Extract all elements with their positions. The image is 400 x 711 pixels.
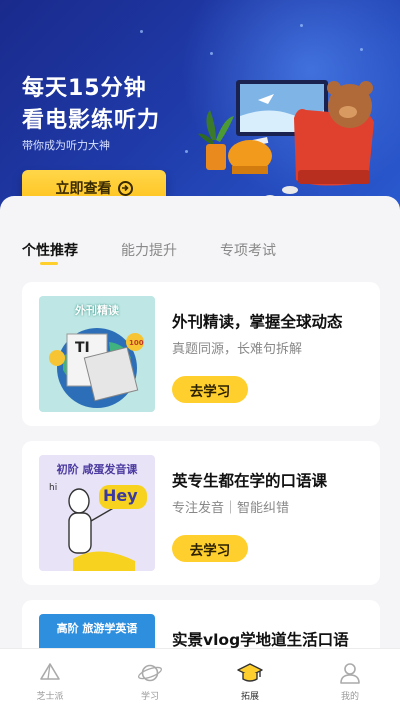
nav-label: 拓展 [240,692,259,702]
user-icon [340,663,360,684]
course-title: 英专生都在学的口语课 [172,472,328,490]
nav-label: 芝士派 [36,692,64,702]
star-dot [300,24,303,27]
nav-label: 我的 [340,692,359,702]
nav-item-cheese[interactable]: 芝士派 [0,649,100,711]
tab-ability-improve[interactable]: 能力提升 [121,240,177,260]
promo-banner[interactable]: 每天15分钟 看电影练听力 带你成为听力大神 立即查看 [0,0,400,218]
cheese-icon [40,663,60,680]
star-dot [185,150,188,153]
start-learning-button[interactable]: 去学习 [172,376,248,403]
movie-watching-illustration [198,80,374,201]
bottom-navigation: 芝士派 学习 拓展 我的 [0,648,400,711]
tab-special-exam[interactable]: 专项考试 [220,240,276,260]
banner-title-line1: 每天15分钟 [22,76,147,101]
star-dot [360,48,363,51]
arrow-right-circle-icon [117,180,133,196]
view-now-label: 立即查看 [55,181,112,197]
course-card[interactable]: 初阶 咸蛋发音课 hi Hey 英专生都在学的口语课 专注发音｜智能纠错 去学习 [22,441,380,585]
nav-item-mine[interactable]: 我的 [300,649,400,711]
planet-icon [137,664,163,682]
globe-magazine-illustration: TI 100 [49,328,144,408]
star-dot [140,30,143,33]
nav-item-study[interactable]: 学习 [100,649,200,711]
course-subtitle: 真题同源，长难句拆解 [172,342,303,357]
active-tab-indicator [40,262,58,265]
svg-text:TI: TI [75,340,90,356]
course-card[interactable]: 外刊精读 TI 100 外刊精读，掌握全球动态 真题同源，长难句拆解 去学习 [22,282,380,426]
course-subtitle: 专注发音｜智能纠错 [172,501,290,516]
start-learning-button[interactable]: 去学习 [172,535,248,562]
svg-text:100: 100 [129,339,144,347]
course-title: 外刊精读，掌握全球动态 [172,313,343,331]
banner-subtitle: 带你成为听力大神 [22,139,110,152]
tab-personal-recommend[interactable]: 个性推荐 [22,240,78,260]
nav-label: 学习 [140,692,159,702]
pronunciation-illustration [68,485,147,571]
thumb-tag: 高阶 旅游学英语 [56,622,138,635]
course-thumbnail: 初阶 咸蛋发音课 hi Hey [39,455,155,571]
course-thumbnail: 外刊精读 TI 100 [39,296,155,412]
hey-word: Hey [103,486,138,505]
hi-bubble: hi [49,483,58,493]
nav-item-expand[interactable]: 拓展 [200,649,300,711]
banner-title-line2: 看电影练听力 [22,108,161,133]
course-title: 实景vlog学地道生活口语 [172,631,349,649]
category-tabs: 个性推荐 能力提升 专项考试 [0,230,400,270]
star-dot [210,52,213,55]
graduation-cap-icon [237,663,263,682]
